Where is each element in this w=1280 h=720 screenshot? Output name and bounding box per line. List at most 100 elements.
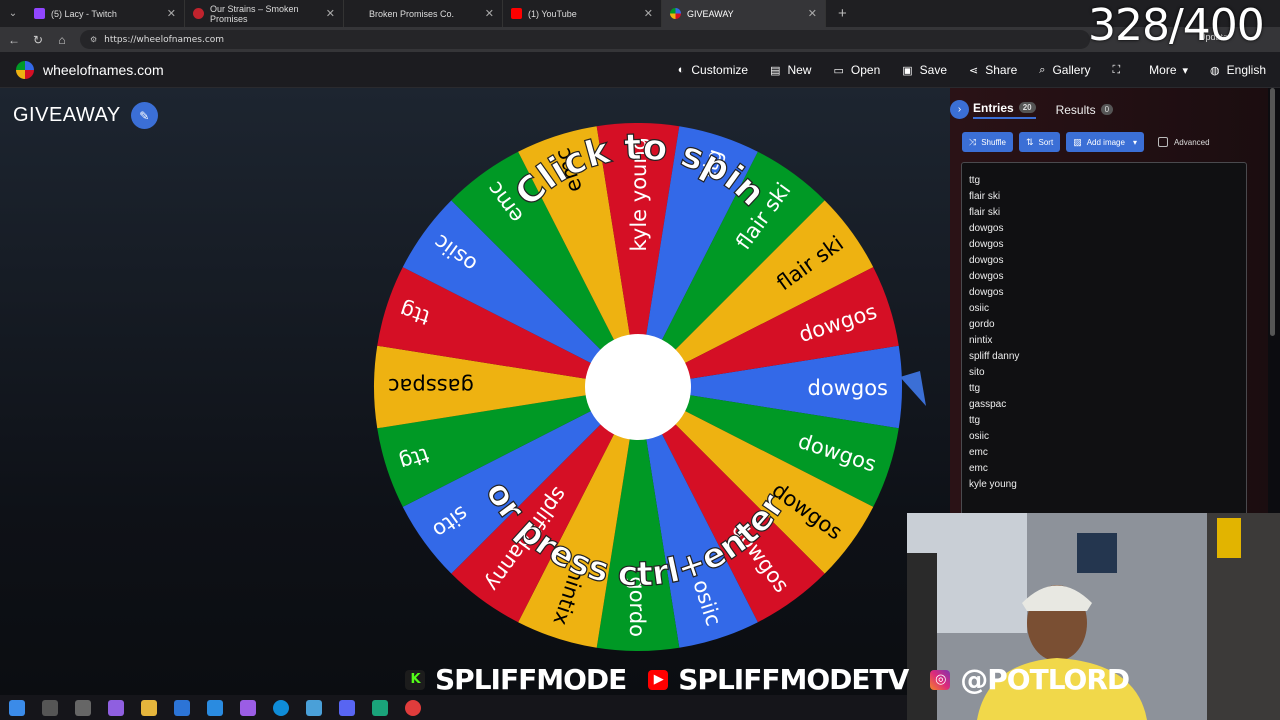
chevron-down-icon: ▾ <box>1182 64 1189 77</box>
entries-panel: › Entries 20 Results 0 ⤨ Shuffle ⇅ Sort ▨ A… <box>950 88 1268 518</box>
back-icon[interactable]: ← <box>2 33 26 47</box>
add-image-button[interactable]: ▨ Add image ▾ <box>1066 132 1144 152</box>
site-logo[interactable]: wheelofnames.com <box>16 60 164 79</box>
app-icon[interactable] <box>306 699 322 716</box>
page-scrollbar[interactable] <box>1270 88 1275 336</box>
button-label: Share <box>985 63 1018 77</box>
site-info-icon[interactable]: ⚙ <box>90 35 97 44</box>
customize-button[interactable]: ◐ Customize <box>678 63 748 77</box>
file-explorer-icon[interactable] <box>141 699 157 716</box>
tab-results-label: Results <box>1055 102 1096 117</box>
teams-icon[interactable] <box>240 699 256 716</box>
entry-line: ttg <box>969 383 981 394</box>
search-icon[interactable] <box>42 699 58 716</box>
advanced-toggle[interactable]: Advanced <box>1157 137 1210 147</box>
wheel-slice-label: gasspac <box>388 374 474 398</box>
wheel-pointer-icon <box>900 371 926 406</box>
more-button[interactable]: More ▾ <box>1149 63 1188 77</box>
chevron-down-icon: ▾ <box>1132 137 1137 147</box>
advanced-checkbox[interactable] <box>1157 137 1168 147</box>
tab-results[interactable]: Results 0 <box>1055 102 1114 117</box>
collapse-panel-icon[interactable]: › <box>950 100 969 119</box>
instagram-handle: ◎ @POTLORD <box>930 663 1130 696</box>
gallery-button[interactable]: ⌕ Gallery <box>1039 63 1090 77</box>
browser-tab-giveaway[interactable]: GIVEAWAY ✕ <box>662 0 826 27</box>
tab-entries-label: Entries <box>973 100 1014 115</box>
advanced-label: Advanced <box>1173 137 1210 147</box>
discord-icon[interactable] <box>339 699 355 716</box>
home-icon[interactable]: ⌂ <box>50 33 74 47</box>
task-view-icon[interactable] <box>75 699 91 716</box>
entry-line: dowgos <box>969 239 1004 250</box>
edge-icon[interactable] <box>273 699 289 716</box>
browser-tab-youtube[interactable]: (1) YouTube ✕ <box>503 0 662 27</box>
wheel-center[interactable] <box>585 334 691 440</box>
entry-line: flair ski <box>969 191 1001 202</box>
palette-icon: ◐ <box>677 64 685 76</box>
pencil-icon: ✎ <box>139 108 150 123</box>
close-icon[interactable]: ✕ <box>485 7 494 20</box>
edit-title-button[interactable]: ✎ <box>130 102 158 129</box>
kick-icon: K <box>405 669 425 690</box>
site-icon <box>193 8 204 19</box>
app-icon[interactable] <box>405 699 421 716</box>
language-button[interactable]: ◍ English <box>1210 63 1266 77</box>
site-icon <box>352 8 363 19</box>
wheel-slice-label: dowgos <box>808 376 888 400</box>
close-icon[interactable]: ✕ <box>326 7 335 20</box>
results-count-badge: 0 <box>1100 104 1114 115</box>
wheel-title: GIVEAWAY <box>13 104 121 126</box>
fullscreen-button[interactable]: ⛶ <box>1112 64 1127 77</box>
youtube-icon <box>511 8 522 19</box>
wheel-icon <box>670 8 681 19</box>
url-field[interactable]: ⚙ https://wheelofnames.com <box>80 30 1090 49</box>
share-button[interactable]: ⋖ Share <box>969 63 1017 77</box>
close-icon[interactable]: ✕ <box>808 7 817 20</box>
panel-actions: ⤨ Shuffle ⇅ Sort ▨ Add image ▾ Advanced <box>962 132 1210 152</box>
button-label: New <box>787 63 812 77</box>
entry-line: gasspac <box>969 399 1007 410</box>
shuffle-button[interactable]: ⤨ Shuffle <box>962 132 1013 152</box>
entry-line: nintix <box>969 335 993 346</box>
tab-label: Broken Promises Co. <box>369 8 455 19</box>
save-button[interactable]: ▣ Save <box>902 63 947 77</box>
entry-line: ttg <box>969 175 981 186</box>
copilot-icon[interactable] <box>108 699 124 716</box>
url-text: https://wheelofnames.com <box>104 34 225 45</box>
entry-line: gordo <box>969 319 995 330</box>
kick-handle-text: SPLIFFMODE <box>435 663 627 696</box>
wheel[interactable]: dowgosdowgosdowgosdowgososiicgordonintix… <box>372 123 932 663</box>
kick-handle: K SPLIFFMODE <box>405 663 627 696</box>
app-icon[interactable] <box>372 699 388 716</box>
tab-search-chevron-icon[interactable]: ⌄ <box>0 0 26 27</box>
new-tab-icon[interactable]: + <box>838 5 847 22</box>
browser-tab-broken-promises[interactable]: Broken Promises Co. ✕ <box>344 0 503 27</box>
outlook-icon[interactable] <box>174 699 190 716</box>
tab-label: Our Strains – Smoken Promises <box>210 3 299 24</box>
entries-textarea[interactable]: ttg flair ski flair ski dowgos dowgos dowgos d… <box>961 162 1247 518</box>
sort-icon: ⇅ <box>1025 136 1034 147</box>
start-icon[interactable] <box>9 699 25 716</box>
reload-icon[interactable]: ↻ <box>26 33 50 47</box>
entry-line: dowgos <box>969 255 1004 266</box>
button-label: Add image <box>1086 137 1125 147</box>
image-icon: ▨ <box>1073 136 1082 147</box>
sort-button[interactable]: ⇅ Sort <box>1018 132 1061 152</box>
close-icon[interactable]: ✕ <box>644 7 653 20</box>
tab-label: GIVEAWAY <box>687 8 734 19</box>
browser-tab-strains[interactable]: Our Strains – Smoken Promises ✕ <box>185 0 344 27</box>
new-button[interactable]: ▤ New <box>770 63 811 77</box>
panel-tabs: › Entries 20 Results 0 <box>950 100 1114 119</box>
shuffle-icon: ⤨ <box>969 136 977 147</box>
share-icon: ⋖ <box>969 64 979 77</box>
store-icon[interactable] <box>207 699 223 716</box>
tab-label: (5) Lacy - Twitch <box>51 8 117 19</box>
entry-line: osiic <box>969 431 990 442</box>
tab-entries[interactable]: Entries 20 <box>973 101 1036 119</box>
os-taskbar <box>0 695 907 720</box>
browser-tab-twitch[interactable]: (5) Lacy - Twitch ✕ <box>26 0 185 27</box>
close-icon[interactable]: ✕ <box>167 7 176 20</box>
entry-line: dowgos <box>969 287 1004 298</box>
entry-line: spliff danny <box>969 351 1020 362</box>
open-button[interactable]: ▭ Open <box>833 63 880 77</box>
